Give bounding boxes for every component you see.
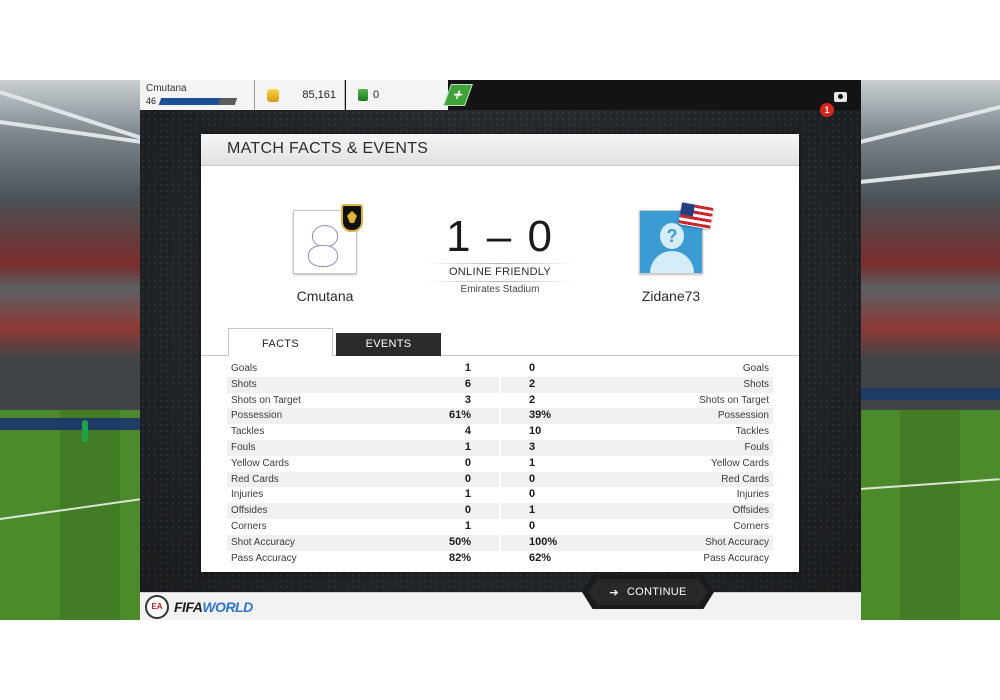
stat-value-away: 0 bbox=[529, 472, 536, 485]
stat-value-away: 2 bbox=[529, 377, 536, 390]
stat-value-away: 62% bbox=[529, 551, 552, 564]
stat-value-home: 82% bbox=[448, 551, 471, 564]
stat-value-away: 1 bbox=[529, 504, 536, 517]
stat-label-away: Shot Accuracy bbox=[705, 536, 769, 548]
stat-label-home: Injuries bbox=[231, 489, 264, 501]
stat-value-away: 3 bbox=[529, 440, 536, 453]
stat-value-home: 1 bbox=[464, 440, 471, 453]
cat-avatar-icon bbox=[312, 225, 338, 247]
coin-icon bbox=[267, 89, 279, 102]
stat-label-away: Offsides bbox=[732, 505, 770, 517]
arrow-right-icon: ➔ bbox=[609, 586, 619, 599]
stat-label-home: Red Cards bbox=[231, 473, 279, 485]
continue-button[interactable]: ➔ CONTINUE bbox=[588, 579, 708, 605]
stat-value-away: 0 bbox=[529, 519, 536, 532]
stat-label-away: Pass Accuracy bbox=[703, 552, 769, 564]
default-avatar-icon: ? bbox=[660, 223, 684, 249]
away-player-name: Zidane73 bbox=[641, 288, 701, 304]
top-bar: Cmutana 46 85,161 0 + 1 bbox=[140, 80, 861, 117]
match-venue: Emirates Stadium bbox=[460, 284, 540, 295]
us-flag-icon bbox=[678, 202, 714, 230]
stat-label-home: Corners bbox=[231, 520, 267, 532]
tab-events[interactable]: EVENTS bbox=[336, 333, 441, 356]
stat-label-away: Goals bbox=[742, 363, 769, 374]
stat-value-home: 3 bbox=[464, 393, 471, 406]
bottom-bar: EA FIFA WORLD ➔ CONTINUE bbox=[140, 575, 861, 620]
cat-avatar-body bbox=[308, 245, 338, 267]
stat-value-home: 6 bbox=[464, 377, 471, 390]
stat-value-away: 2 bbox=[529, 393, 536, 406]
stat-label-home: Yellow Cards bbox=[231, 457, 289, 469]
stat-value-home: 50% bbox=[448, 535, 471, 548]
home-player-avatar bbox=[293, 204, 363, 274]
coins-balance: 85,161 bbox=[255, 80, 345, 110]
goalkeeper-figure bbox=[82, 420, 88, 442]
default-avatar-body bbox=[650, 251, 694, 273]
player-level: 46 bbox=[146, 96, 157, 106]
stat-label-away: Fouls bbox=[744, 441, 769, 453]
points-value: 0 bbox=[373, 89, 380, 101]
xp-progress-bar bbox=[158, 98, 238, 105]
match-type: ONLINE FRIENDLY bbox=[448, 266, 552, 278]
stat-label-away: Possession bbox=[717, 410, 769, 422]
stat-value-away: 39% bbox=[529, 409, 552, 422]
stats-divider bbox=[499, 361, 501, 567]
stat-label-home: Fouls bbox=[231, 441, 256, 453]
match-stats-table: Goals 1 0 Goals Shots 6 2 Shots Shots on Targe… bbox=[227, 361, 773, 567]
divider bbox=[425, 281, 575, 282]
stat-label-home: Tackles bbox=[231, 426, 265, 438]
camera-icon[interactable] bbox=[834, 92, 847, 102]
logo-fifa-text: FIFA bbox=[174, 599, 203, 615]
coins-value: 85,161 bbox=[302, 89, 336, 101]
match-score: 1 – 0 bbox=[446, 212, 554, 261]
away-player-avatar: ? bbox=[639, 202, 714, 274]
tab-facts[interactable]: FACTS bbox=[228, 328, 333, 356]
stat-value-home: 0 bbox=[464, 456, 471, 469]
home-player-name: Cmutana bbox=[296, 288, 354, 304]
player-profile[interactable]: Cmutana 46 bbox=[140, 80, 255, 110]
stat-label-away: Injuries bbox=[736, 489, 769, 501]
stat-value-home: 1 bbox=[464, 362, 471, 374]
stat-label-home: Shots on Target bbox=[231, 394, 301, 406]
stat-label-home: Shot Accuracy bbox=[231, 536, 295, 548]
stat-label-away: Tackles bbox=[735, 426, 769, 438]
logo-world-text: WORLD bbox=[202, 599, 253, 615]
stat-label-away: Corners bbox=[733, 520, 769, 532]
stat-value-home: 1 bbox=[464, 519, 471, 532]
player-name: Cmutana bbox=[146, 83, 187, 94]
stat-value-home: 0 bbox=[464, 472, 471, 485]
club-crest-icon bbox=[341, 204, 363, 232]
xp-progress-fill bbox=[158, 98, 221, 105]
stat-label-home: Shots bbox=[231, 378, 257, 390]
match-facts-card: MATCH FACTS & EVENTS Cmutana 1 – 0 ONLIN… bbox=[201, 134, 799, 572]
stat-label-home: Possession bbox=[231, 410, 283, 422]
continue-label: CONTINUE bbox=[626, 586, 687, 598]
stat-label-away: Shots on Target bbox=[699, 394, 769, 406]
points-balance: 0 bbox=[346, 80, 448, 110]
notification-badge[interactable]: 1 bbox=[820, 103, 834, 117]
stat-value-home: 1 bbox=[464, 488, 471, 501]
stat-value-home: 61% bbox=[448, 409, 471, 422]
divider bbox=[425, 263, 575, 264]
stat-label-home: Pass Accuracy bbox=[231, 552, 297, 564]
ad-board bbox=[0, 418, 140, 430]
fifa-world-logo: EA FIFA WORLD bbox=[145, 595, 253, 619]
stat-value-away: 0 bbox=[529, 362, 536, 374]
stat-value-home: 4 bbox=[464, 425, 471, 438]
ea-sports-logo-icon: EA bbox=[145, 595, 169, 619]
stat-label-away: Shots bbox=[743, 378, 769, 390]
stat-label-home: Goals bbox=[231, 363, 258, 374]
stat-value-away: 1 bbox=[529, 456, 536, 469]
card-header: MATCH FACTS & EVENTS bbox=[201, 134, 799, 166]
stat-value-away: 100% bbox=[529, 535, 558, 548]
stat-value-home: 0 bbox=[464, 504, 471, 517]
stat-value-away: 0 bbox=[529, 488, 536, 501]
stat-label-home: Offsides bbox=[231, 505, 268, 517]
ad-board bbox=[860, 388, 1000, 400]
stat-value-away: 10 bbox=[529, 425, 542, 438]
fifa-points-icon bbox=[358, 89, 368, 101]
stat-label-away: Yellow Cards bbox=[711, 457, 769, 469]
card-title: MATCH FACTS & EVENTS bbox=[227, 140, 429, 157]
stat-label-away: Red Cards bbox=[721, 473, 769, 485]
